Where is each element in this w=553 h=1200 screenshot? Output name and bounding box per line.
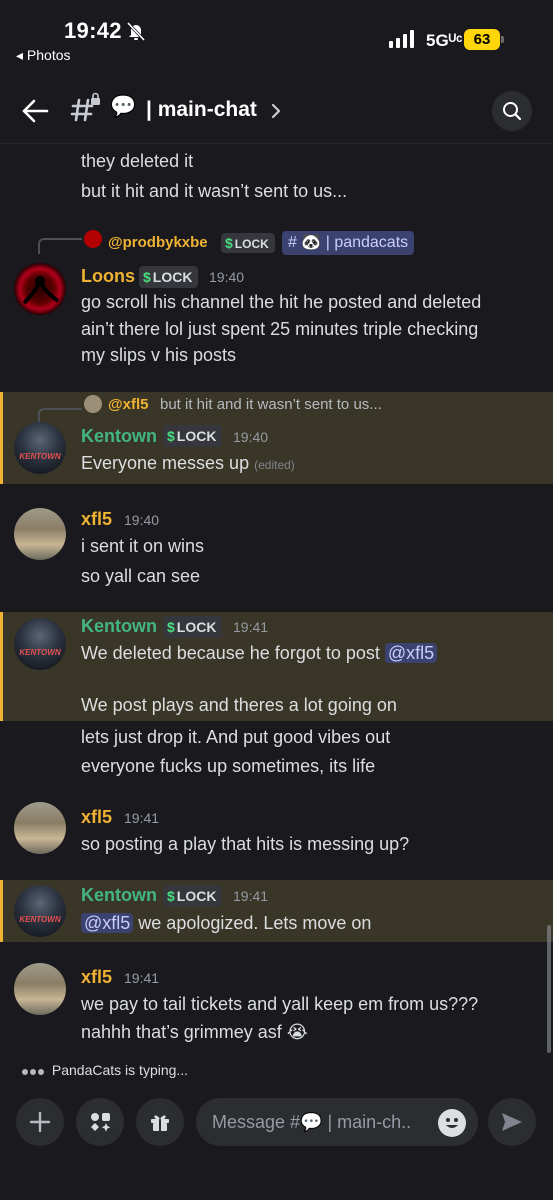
message-kentown-highlighted[interactable]: KENTOWN Kentown $ LOCK 19:41 @xfl5 we apo… — [0, 880, 553, 942]
message-kentown-highlighted[interactable]: @xfl5 but it hit and it wasn’t sent to u… — [0, 392, 553, 484]
bell-muted-icon — [126, 21, 146, 42]
edited-label: (edited) — [254, 458, 295, 472]
message-input[interactable]: Message #💬 | main-ch.. — [196, 1098, 478, 1146]
apps-icon — [91, 1113, 111, 1132]
channel-header: 💬 | main-chat — [0, 78, 553, 144]
avatar[interactable] — [14, 263, 66, 315]
typing-dots-icon — [22, 1062, 48, 1078]
reply-author[interactable]: @xfl5 — [108, 396, 148, 413]
author-name[interactable]: xfl5 — [81, 967, 112, 988]
message-line: We post plays and theres a lot going on — [81, 695, 397, 715]
search-icon — [503, 102, 522, 121]
message-line: so posting a play that hits is messing u… — [81, 834, 410, 854]
timestamp: 19:41 — [233, 619, 269, 635]
author-name[interactable]: xfl5 — [81, 807, 112, 828]
role-badge: $ LOCK — [163, 885, 223, 907]
status-time: 19:42 — [64, 18, 122, 43]
author-name[interactable]: Loons — [81, 266, 135, 287]
avatar[interactable] — [14, 963, 66, 1015]
timestamp: 19:41 — [233, 888, 269, 904]
reply-avatar — [84, 395, 102, 413]
add-attachment-button[interactable] — [16, 1098, 64, 1146]
timestamp: 19:41 — [124, 970, 160, 986]
role-badge: $ LOCK — [163, 616, 223, 638]
message-line: Everyone messes up (edited) — [81, 453, 295, 473]
avatar[interactable]: KENTOWN — [14, 422, 66, 474]
smiley-icon — [446, 1118, 458, 1128]
message-line: lets just drop it. And put good vibes ou… — [81, 727, 391, 747]
role-badge: $ LOCK — [139, 266, 199, 288]
gift-icon — [151, 1115, 169, 1131]
avatar[interactable]: KENTOWN — [14, 885, 66, 937]
status-bar: 19:42 ◂ Photos 5Gᵁᶜ 63 — [0, 0, 553, 70]
emoji-button[interactable] — [438, 1109, 466, 1137]
message-line: we pay to tail tickets and yall keep em … — [81, 994, 479, 1014]
reply-author[interactable]: @prodbykxbe — [108, 234, 208, 251]
message-line: i sent it on wins — [81, 536, 205, 556]
message-line: so yall can see — [81, 566, 201, 586]
author-name[interactable]: Kentown — [81, 885, 157, 906]
message-line: @xfl5 we apologized. Lets move on — [81, 913, 371, 934]
battery-icon: 63 — [464, 29, 504, 50]
channel-title[interactable]: | main-chat — [146, 98, 257, 122]
channel-mention[interactable]: # 🐼 | pandacats — [282, 231, 415, 255]
locked-channel-hash-icon — [70, 92, 100, 122]
avatar[interactable] — [14, 508, 66, 560]
message-line: but it hit and it wasn’t sent to us... — [81, 181, 348, 201]
signal-icon — [389, 30, 414, 48]
reply-connector — [38, 238, 82, 254]
role-badge: $ LOCK — [163, 425, 223, 447]
message-line: they deleted it — [81, 151, 194, 171]
message-kentown-highlighted[interactable]: KENTOWN Kentown $ LOCK 19:41 We deleted b… — [0, 612, 553, 721]
gift-button[interactable] — [136, 1098, 184, 1146]
reply-avatar — [84, 230, 102, 248]
battery-level: 63 — [464, 29, 500, 50]
user-mention[interactable]: @xfl5 — [384, 643, 438, 663]
typing-indicator: PandaCats is typing... — [22, 1062, 188, 1078]
message-line: We deleted because he forgot to post @xf… — [81, 643, 438, 664]
message-composer: Message #💬 | main-ch.. — [0, 1086, 553, 1200]
timestamp: 19:41 — [124, 810, 160, 826]
search-button[interactable] — [492, 91, 532, 131]
timestamp: 19:40 — [233, 429, 269, 445]
message-line: nahhh that’s grimmey asf 😭 — [81, 1022, 308, 1042]
scrollbar[interactable] — [547, 925, 551, 1053]
message-line: go scroll his channel the hit he posted … — [81, 292, 482, 312]
author-name[interactable]: Kentown — [81, 426, 157, 447]
channel-emoji: 💬 — [110, 95, 137, 118]
chevron-right-icon[interactable] — [270, 102, 282, 120]
timestamp: 19:40 — [124, 512, 160, 528]
role-badge: $ LOCK — [221, 233, 275, 253]
avatar[interactable] — [14, 802, 66, 854]
plus-icon — [29, 1111, 51, 1133]
reply-preview[interactable]: but it hit and it wasn’t sent to us... — [160, 396, 382, 413]
network-label: 5Gᵁᶜ — [426, 31, 463, 50]
user-mention[interactable]: @xfl5 — [81, 913, 134, 933]
typing-text: PandaCats is typing... — [51, 1062, 189, 1078]
message-list[interactable]: they deleted it but it hit and it wasn’t… — [0, 145, 553, 1060]
message-line: everyone fucks up sometimes, its life — [81, 756, 376, 776]
author-name[interactable]: xfl5 — [81, 509, 112, 530]
author-name[interactable]: Kentown — [81, 616, 157, 637]
apps-button[interactable] — [76, 1098, 124, 1146]
avatar[interactable]: KENTOWN — [14, 618, 66, 670]
back-arrow-icon[interactable] — [20, 96, 50, 126]
message-line: my slips v his posts — [81, 345, 237, 365]
send-button[interactable] — [488, 1098, 536, 1146]
timestamp: 19:40 — [209, 269, 245, 285]
message-line: ain’t there lol just spent 25 minutes tr… — [81, 319, 479, 339]
back-to-photos-link[interactable]: ◂ Photos — [16, 47, 71, 64]
send-icon — [502, 1113, 522, 1131]
